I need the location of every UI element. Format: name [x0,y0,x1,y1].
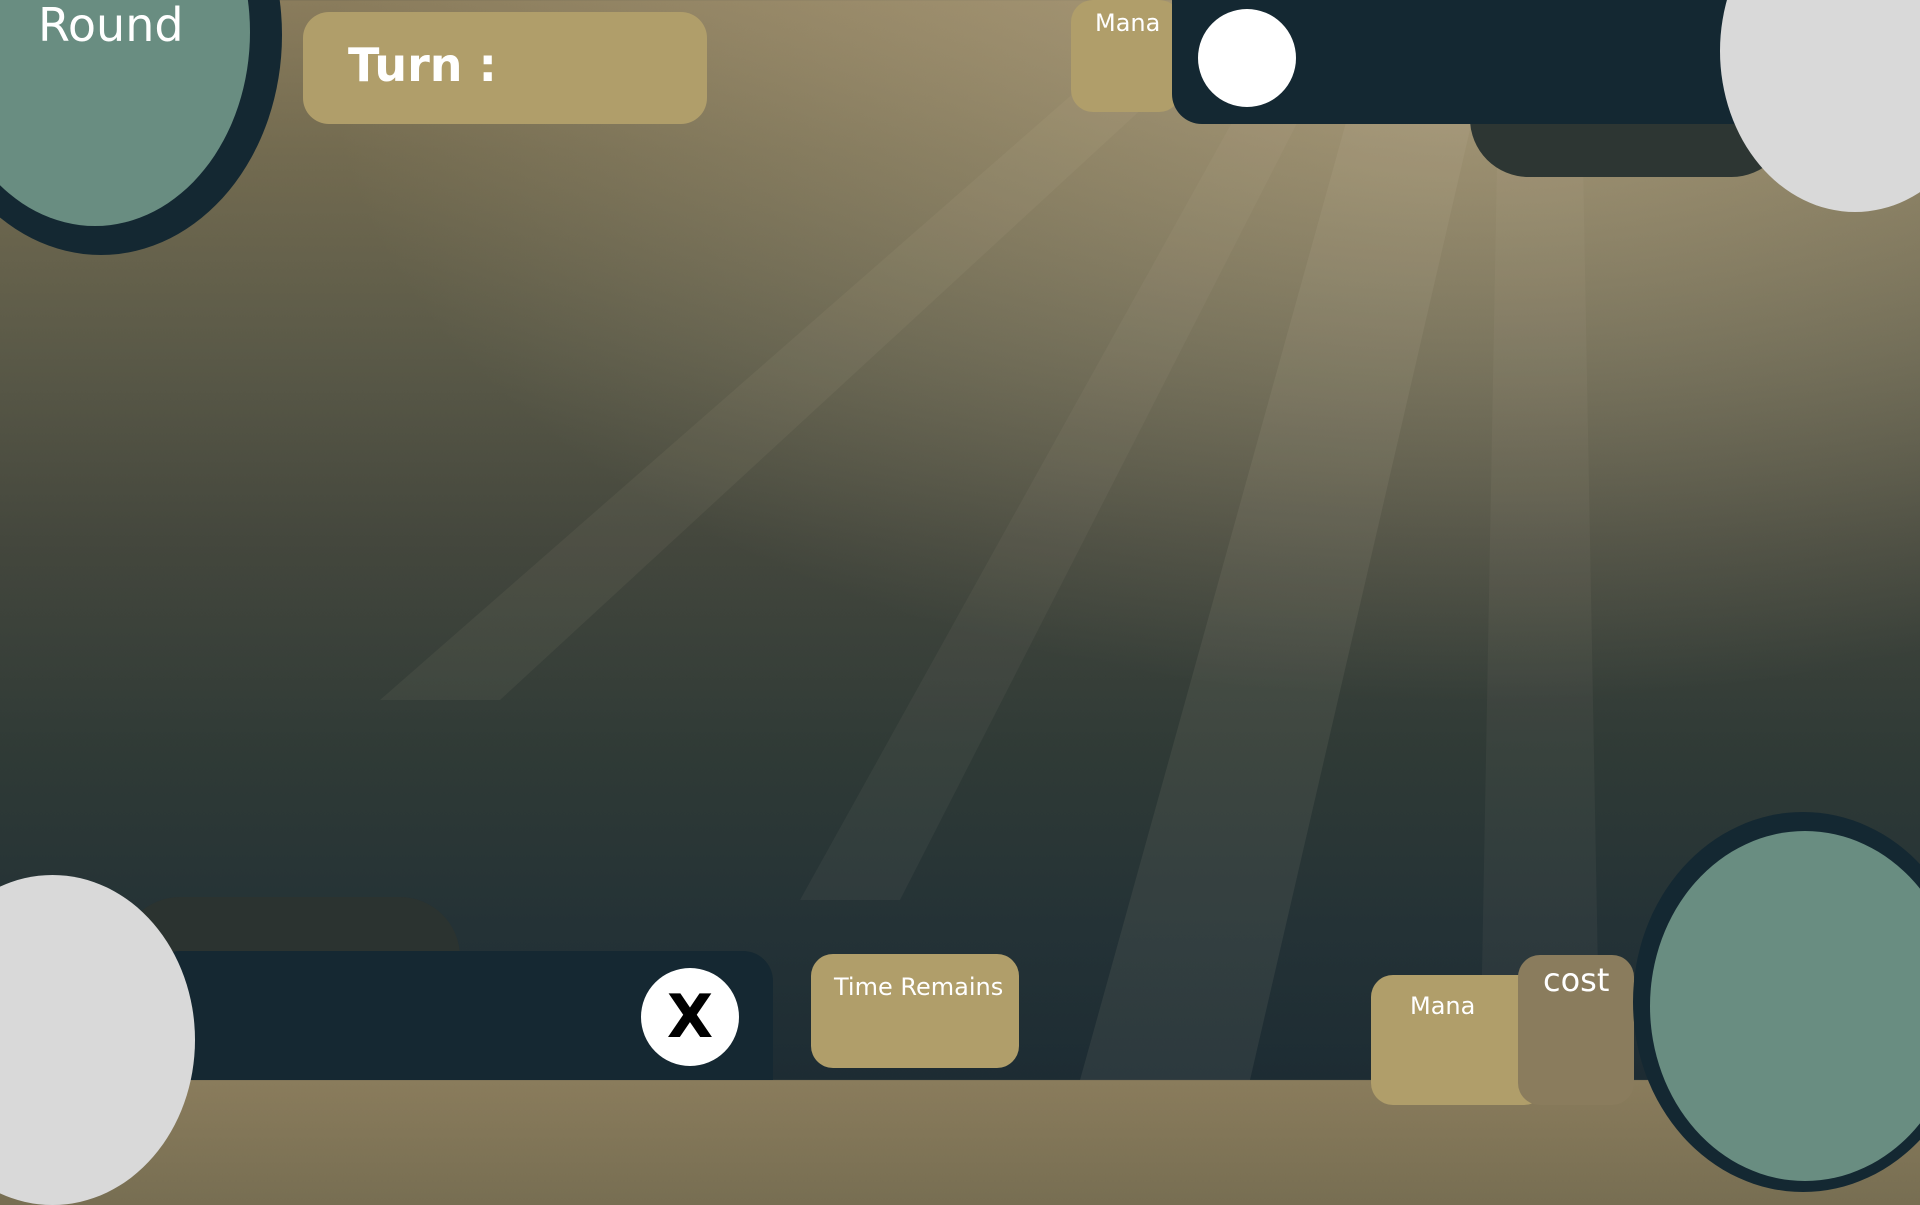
mana-label: Mana [1410,992,1476,1020]
close-button[interactable]: X [641,968,739,1066]
time-remaining-label: Time Remains [834,973,1004,1001]
opponent-avatar[interactable] [1720,0,1920,212]
round-label: Round [38,0,184,52]
close-icon: X [666,982,714,1052]
cost-label: cost [1543,961,1610,999]
opponent-token[interactable] [1198,9,1296,107]
time-remaining-panel [811,954,1019,1068]
turn-label: Turn : [348,38,497,92]
opponent-mana-label: Mana [1095,9,1161,37]
